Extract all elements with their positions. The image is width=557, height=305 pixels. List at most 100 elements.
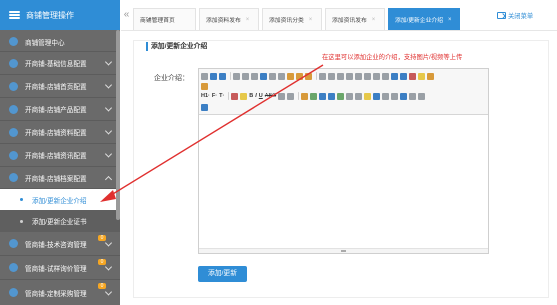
superscript-icon[interactable] [400,72,407,80]
emoticon-icon[interactable] [364,92,372,100]
font-size-button[interactable]: T· [219,93,224,99]
dot-icon [9,288,18,297]
tab-shop-home[interactable]: 商铺管理首页 [133,8,196,30]
cut-icon[interactable] [269,72,276,80]
rich-text-editor[interactable]: H1· F· T· B I U ABC [198,68,489,254]
copy-icon[interactable] [278,72,285,80]
highlight-icon[interactable] [240,92,248,100]
strikethrough-button[interactable]: ABC [265,93,276,99]
font-family-button[interactable]: F· [212,93,217,99]
sidebar-item-news-config[interactable]: 开商铺-店铺资讯配置 [0,144,120,167]
chevron-down-icon [104,150,113,158]
bold-button[interactable]: B [249,93,253,99]
tab-label: 商铺管理首页 [140,18,175,24]
sidebar-title: 商铺管理操作 [26,10,74,20]
multi-image-icon[interactable] [310,92,318,100]
sidebar-item-material-config[interactable]: 开商铺-店铺资料配置 [0,121,120,144]
sidebar-item-basic-info[interactable]: 开商铺-基础信息配置 [0,52,120,75]
close-menu-button[interactable]: 关闭菜单 [497,11,533,20]
chevron-down-icon [104,81,113,89]
redo-icon[interactable] [219,72,226,80]
insert-file-icon[interactable] [337,92,345,100]
select-all-icon[interactable] [418,72,425,80]
source-icon[interactable] [201,72,208,80]
font-color-icon[interactable] [231,92,239,100]
sidebar-item-tech-consult[interactable]: 管商铺-技术咨询管理 0 [0,232,120,256]
paste-word-icon[interactable] [305,72,312,80]
menu-icon [9,10,20,20]
remove-format-icon[interactable] [287,92,295,100]
sidebar-subitem-company-intro[interactable]: 添加/更新企业介绍 [0,189,120,210]
unlink-icon[interactable] [418,92,426,100]
chevron-down-icon [104,58,113,66]
sidebar-item-archive-config[interactable]: 开商铺-店铺档案配置 [0,167,120,189]
heading-button[interactable]: H1· [201,93,210,99]
sidebar-item-product-config[interactable]: 开商铺-店铺产品配置 [0,98,120,121]
sidebar-item-shop-center[interactable]: 商铺管理中心 [0,32,120,52]
bullet-icon [20,198,23,201]
format-icon[interactable] [201,82,208,90]
ordered-list-icon[interactable] [355,72,362,80]
sidebar-item-label: 开商铺-基础信息配置 [25,61,87,68]
editor-resize-handle[interactable] [199,248,488,253]
underline-button[interactable]: U [259,93,263,99]
align-justify-icon[interactable] [346,72,353,80]
tab-news-publish[interactable]: 添加资讯发布 × [325,8,385,30]
align-left-icon[interactable] [319,72,326,80]
page-break-icon[interactable] [391,92,399,100]
close-icon[interactable]: × [372,17,376,23]
horizontal-rule-icon[interactable] [355,92,363,100]
bullet-icon [20,219,23,223]
subscript-icon[interactable] [391,72,398,80]
sidebar-item-label: 管商铺-试样询价管理 [25,265,87,273]
template-icon[interactable] [242,72,249,80]
anchor-icon[interactable] [400,92,408,100]
media-icon[interactable] [328,92,336,100]
image-icon[interactable] [301,92,309,100]
editor-toolbar: H1· F· T· B I U ABC [199,69,488,115]
preview-icon[interactable] [233,72,240,80]
map-icon[interactable] [373,92,381,100]
paste-text-icon[interactable] [296,72,303,80]
flash-icon[interactable] [319,92,327,100]
sidebar-item-label: 开商铺-店铺产品配置 [25,107,87,114]
dot-icon [9,58,18,68]
submit-button[interactable]: 添加/更新 [198,266,247,282]
tab-label: 添加/更新企业介绍 [395,18,443,24]
collapse-sidebar-icon[interactable]: « [121,8,132,22]
close-icon[interactable]: × [246,17,250,23]
tab-company-intro[interactable]: 添加/更新企业介绍 × [388,8,460,30]
paste-icon[interactable] [287,72,294,80]
line-height-icon[interactable] [278,92,286,100]
sidebar-item-home-config[interactable]: 开商铺-店铺首页配置 [0,75,120,98]
sidebar-item-label: 开商铺-店铺首页配置 [25,84,87,91]
resize-grip-icon [341,250,346,252]
tab-news-category[interactable]: 添加资讯分类 × [262,8,322,30]
spellcheck-icon[interactable] [260,72,267,80]
dot-icon [9,239,18,248]
tab-label: 添加资讯发布 [332,18,367,24]
clear-format-icon[interactable] [409,72,416,80]
align-right-icon[interactable] [337,72,344,80]
sidebar-header: 商铺管理操作 [0,0,120,30]
table-icon[interactable] [346,92,354,100]
fullscreen-icon[interactable] [427,72,434,80]
outdent-icon[interactable] [382,72,389,80]
sidebar-item-sample-inquiry[interactable]: 管商铺-试样询价管理 0 [0,256,120,280]
close-icon[interactable]: × [309,17,313,23]
sidebar-item-custom-purchase[interactable]: 管商铺-定制采购管理 0 [0,280,120,305]
code-icon[interactable] [382,92,390,100]
indent-icon[interactable] [373,72,380,80]
help-icon[interactable] [201,103,208,111]
unordered-list-icon[interactable] [364,72,371,80]
sidebar-item-label: 开商铺-店铺资料配置 [25,130,87,137]
sidebar-subitem-company-cert[interactable]: 添加/更新企业证书 [0,210,120,232]
close-icon[interactable]: × [448,17,452,23]
sidebar-scrollbar[interactable] [116,30,120,220]
align-center-icon[interactable] [328,72,335,80]
print-icon[interactable] [251,72,258,80]
italic-button[interactable]: I [255,93,257,99]
undo-icon[interactable] [210,72,217,80]
tab-material-publish[interactable]: 添加资料发布 × [199,8,259,30]
link-icon[interactable] [409,92,417,100]
